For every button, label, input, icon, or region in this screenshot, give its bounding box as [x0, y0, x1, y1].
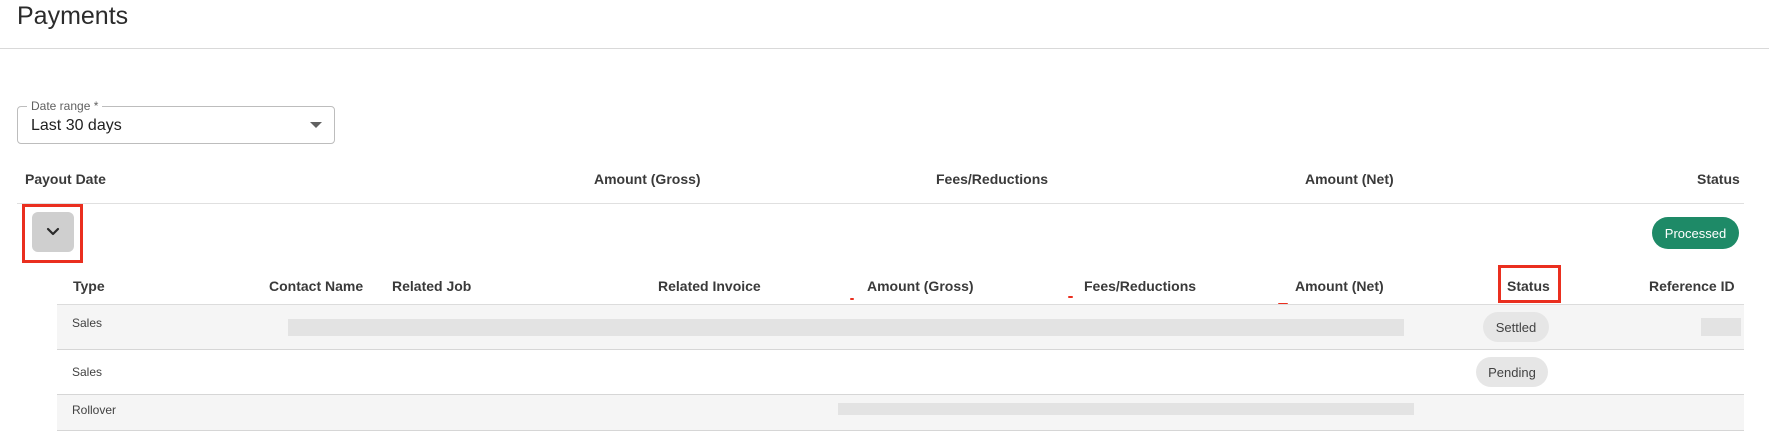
loading-placeholder	[1701, 318, 1741, 336]
date-range-select[interactable]: Date range * Last 30 days	[17, 98, 335, 144]
header-amount-net[interactable]: Amount (Net)	[1305, 171, 1394, 187]
caret-down-icon	[310, 122, 322, 128]
table-row[interactable]: Rollover	[57, 395, 1744, 431]
table-row[interactable]: Sales Settled	[57, 305, 1744, 350]
header-fees-reductions[interactable]: Fees/Reductions	[936, 171, 1048, 187]
status-badge-processed: Processed	[1652, 217, 1739, 249]
subheader-fees-reductions[interactable]: Fees/Reductions	[1084, 278, 1196, 294]
loading-placeholder	[838, 403, 1414, 415]
page-title: Payments	[17, 2, 129, 30]
status-pill-settled: Settled	[1483, 312, 1549, 342]
row-type: Sales	[72, 365, 103, 379]
row-type: Rollover	[72, 403, 117, 417]
subheader-related-job[interactable]: Related Job	[392, 278, 471, 294]
red-mark	[850, 298, 854, 300]
expand-row-button[interactable]	[32, 212, 74, 252]
date-range-value: Last 30 days	[31, 117, 122, 134]
highlight-box-status	[1498, 265, 1561, 303]
title-divider	[0, 48, 1769, 49]
loading-placeholder	[288, 319, 1404, 336]
status-pill-pending: Pending	[1476, 357, 1548, 387]
date-range-label: Date range *	[27, 98, 103, 114]
subheader-amount-net[interactable]: Amount (Net)	[1295, 278, 1384, 294]
chevron-down-icon	[46, 225, 60, 240]
subheader-contact-name[interactable]: Contact Name	[269, 278, 363, 294]
table-divider	[17, 203, 1744, 204]
subheader-reference-id[interactable]: Reference ID	[1649, 278, 1735, 294]
subheader-amount-gross[interactable]: Amount (Gross)	[867, 278, 974, 294]
subheader-type[interactable]: Type	[73, 278, 105, 294]
header-status[interactable]: Status	[1697, 171, 1740, 187]
table-row[interactable]: Sales Pending	[57, 350, 1744, 395]
header-payout-date[interactable]: Payout Date	[25, 171, 106, 187]
subheader-related-invoice[interactable]: Related Invoice	[658, 278, 761, 294]
header-amount-gross[interactable]: Amount (Gross)	[594, 171, 701, 187]
row-type: Sales	[72, 316, 103, 330]
red-mark	[1068, 296, 1073, 298]
